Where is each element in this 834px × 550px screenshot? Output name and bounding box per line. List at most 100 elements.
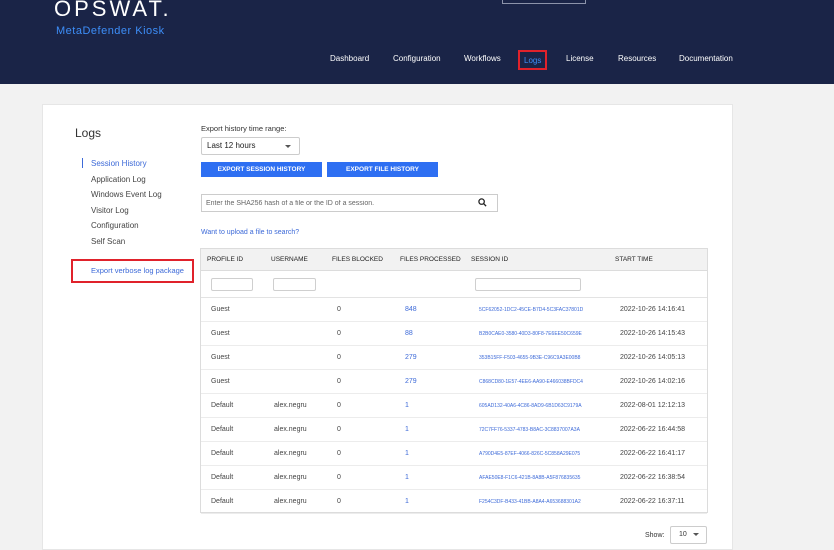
page-size-select[interactable]: 10	[670, 526, 707, 544]
sidebar-item-windows-event-log[interactable]: Windows Event Log	[91, 190, 162, 199]
nav-resources[interactable]: Resources	[618, 50, 656, 70]
table-row[interactable]: Default alex.negru 0 1 AFAE50E8-F1C6-421B-8A…	[201, 466, 707, 490]
session-id-cell[interactable]: A790D4E5-87EF-4066-826C-5C858A29E075	[479, 451, 580, 457]
time-range-select[interactable]: Last 12 hours	[201, 137, 300, 155]
time-range-value: Last 12 hours	[207, 141, 256, 150]
nav-documentation[interactable]: Documentation	[679, 50, 733, 70]
files-processed-cell[interactable]: 1	[405, 426, 409, 433]
col-files-processed[interactable]: FILES PROCESSED	[400, 256, 461, 263]
table-row[interactable]: Guest 0 279 C868CD80-1E57-4EE6-AA90-E466038…	[201, 370, 707, 394]
session-id-filter[interactable]	[475, 278, 581, 291]
profile-id-filter[interactable]	[211, 278, 253, 291]
session-id-cell[interactable]: 605AD132-40A6-4C86-8AD9-6B1D63C9179A	[479, 403, 582, 409]
profile-id-cell: Guest	[211, 306, 230, 313]
search-box	[201, 194, 498, 212]
profile-id-cell: Default	[211, 474, 234, 481]
upload-file-link[interactable]: Want to upload a file to search?	[201, 229, 299, 236]
start-time-cell: 2022-10-26 14:02:16	[620, 378, 685, 385]
files-blocked-cell: 0	[337, 330, 341, 337]
sidebar-item-session-history[interactable]: Session History	[91, 159, 147, 168]
files-blocked-cell: 0	[337, 354, 341, 361]
files-processed-cell[interactable]: 1	[405, 474, 409, 481]
page-size-value: 10	[679, 531, 687, 538]
session-id-cell[interactable]: B2B0CAE0-3580-40D3-80F8-7E6EE50C659E	[479, 331, 582, 337]
sidebar-item-configuration[interactable]: Configuration	[91, 221, 139, 230]
nav-workflows[interactable]: Workflows	[464, 50, 501, 70]
export-verbose-log-link[interactable]: Export verbose log package	[91, 266, 184, 275]
files-processed-cell[interactable]: 1	[405, 402, 409, 409]
active-indicator	[82, 158, 83, 168]
top-header: OPSWAT. MetaDefender Kiosk Dashboard Con…	[0, 0, 834, 84]
profile-id-cell: Guest	[211, 330, 230, 337]
files-processed-cell[interactable]: 1	[405, 498, 409, 505]
sidebar-title: Logs	[75, 126, 102, 140]
start-time-cell: 2022-10-26 14:16:41	[620, 306, 685, 313]
files-processed-cell[interactable]: 1	[405, 450, 409, 457]
table-row[interactable]: Default alex.negru 0 1 F254C3DF-B433-41BB-A8…	[201, 490, 707, 514]
table-header: PROFILE ID USERNAME FILES BLOCKED FILES …	[201, 249, 707, 271]
files-blocked-cell: 0	[337, 498, 341, 505]
sidebar-item-visitor-log[interactable]: Visitor Log	[91, 206, 129, 215]
header-box	[502, 0, 586, 4]
chevron-down-icon	[693, 533, 699, 536]
filter-row	[201, 271, 707, 298]
sidebar-item-application-log[interactable]: Application Log	[91, 175, 146, 184]
username-filter[interactable]	[273, 278, 316, 291]
col-session-id[interactable]: SESSION ID	[471, 256, 508, 263]
files-processed-cell[interactable]: 88	[405, 330, 413, 337]
nav-configuration[interactable]: Configuration	[393, 50, 441, 70]
start-time-cell: 2022-06-22 16:37:11	[620, 498, 685, 505]
export-file-history-button[interactable]: EXPORT FILE HISTORY	[327, 162, 438, 177]
session-id-cell[interactable]: 5CF62052-1DC2-45CE-B7D4-5C3FAC37801D	[479, 307, 583, 313]
chevron-down-icon	[285, 145, 291, 148]
session-id-cell[interactable]: F254C3DF-B433-41BB-A8A4-A653688301A2	[479, 499, 581, 505]
main-nav: Dashboard Configuration Workflows Logs L…	[0, 50, 834, 72]
session-id-cell[interactable]: 72C7FF76-5337-4783-B8AC-3C8837007A3A	[479, 427, 580, 433]
files-blocked-cell: 0	[337, 450, 341, 457]
sidebar-item-self-scan[interactable]: Self Scan	[91, 237, 125, 246]
username-cell: alex.negru	[274, 426, 307, 433]
col-username[interactable]: USERNAME	[271, 256, 308, 263]
profile-id-cell: Guest	[211, 354, 230, 361]
search-button[interactable]	[469, 195, 497, 211]
col-profile-id[interactable]: PROFILE ID	[207, 256, 243, 263]
start-time-cell: 2022-06-22 16:41:17	[620, 450, 685, 457]
session-id-cell[interactable]: 353B15FF-F503-4655-9B3E-C96C9A3E00B8	[479, 355, 580, 361]
table-row[interactable]: Guest 0 848 5CF62052-1DC2-45CE-B7D4-5C3FAC3…	[201, 298, 707, 322]
username-cell: alex.negru	[274, 450, 307, 457]
table-row[interactable]: Default alex.negru 0 1 A790D4E5-87EF-4066-82…	[201, 442, 707, 466]
profile-id-cell: Default	[211, 426, 234, 433]
profile-id-cell: Default	[211, 450, 234, 457]
username-cell: alex.negru	[274, 474, 307, 481]
col-start-time[interactable]: START TIME	[615, 256, 653, 263]
nav-logs[interactable]: Logs	[518, 50, 548, 70]
range-label: Export history time range:	[201, 124, 287, 133]
nav-license[interactable]: License	[566, 50, 594, 70]
export-session-history-button[interactable]: EXPORT SESSION HISTORY	[201, 162, 322, 177]
files-processed-cell[interactable]: 279	[405, 378, 417, 385]
table-row[interactable]: Guest 0 88 B2B0CAE0-3580-40D3-80F8-7E6EE50C…	[201, 322, 707, 346]
username-cell: alex.negru	[274, 498, 307, 505]
session-id-cell[interactable]: AFAE50E8-F1C6-421B-8A8B-A5F876835635	[479, 475, 580, 481]
files-processed-cell[interactable]: 848	[405, 306, 417, 313]
show-label: Show:	[645, 532, 665, 539]
start-time-cell: 2022-08-01 12:12:13	[620, 402, 685, 409]
start-time-cell: 2022-10-26 14:15:43	[620, 330, 685, 337]
files-processed-cell[interactable]: 279	[405, 354, 417, 361]
search-input[interactable]	[206, 197, 466, 210]
start-time-cell: 2022-06-22 16:44:58	[620, 426, 685, 433]
files-blocked-cell: 0	[337, 474, 341, 481]
table-row[interactable]: Default alex.negru 0 1 72C7FF76-5337-4783-B8…	[201, 418, 707, 442]
product-name: MetaDefender Kiosk	[56, 25, 165, 37]
profile-id-cell: Default	[211, 498, 234, 505]
table-row[interactable]: Guest 0 279 353B15FF-F503-4655-9B3E-C96C9A3…	[201, 346, 707, 370]
table-row[interactable]: Default alex.negru 0 1 605AD132-40A6-4C86-8A…	[201, 394, 707, 418]
opswat-logo[interactable]: OPSWAT.	[54, 0, 172, 22]
search-icon	[478, 198, 487, 207]
col-files-blocked[interactable]: FILES BLOCKED	[332, 256, 383, 263]
files-blocked-cell: 0	[337, 378, 341, 385]
profile-id-cell: Guest	[211, 378, 230, 385]
nav-dashboard[interactable]: Dashboard	[330, 50, 369, 70]
start-time-cell: 2022-10-26 14:05:13	[620, 354, 685, 361]
session-id-cell[interactable]: C868CD80-1E57-4EE6-AA90-E466038BFDC4	[479, 379, 583, 385]
